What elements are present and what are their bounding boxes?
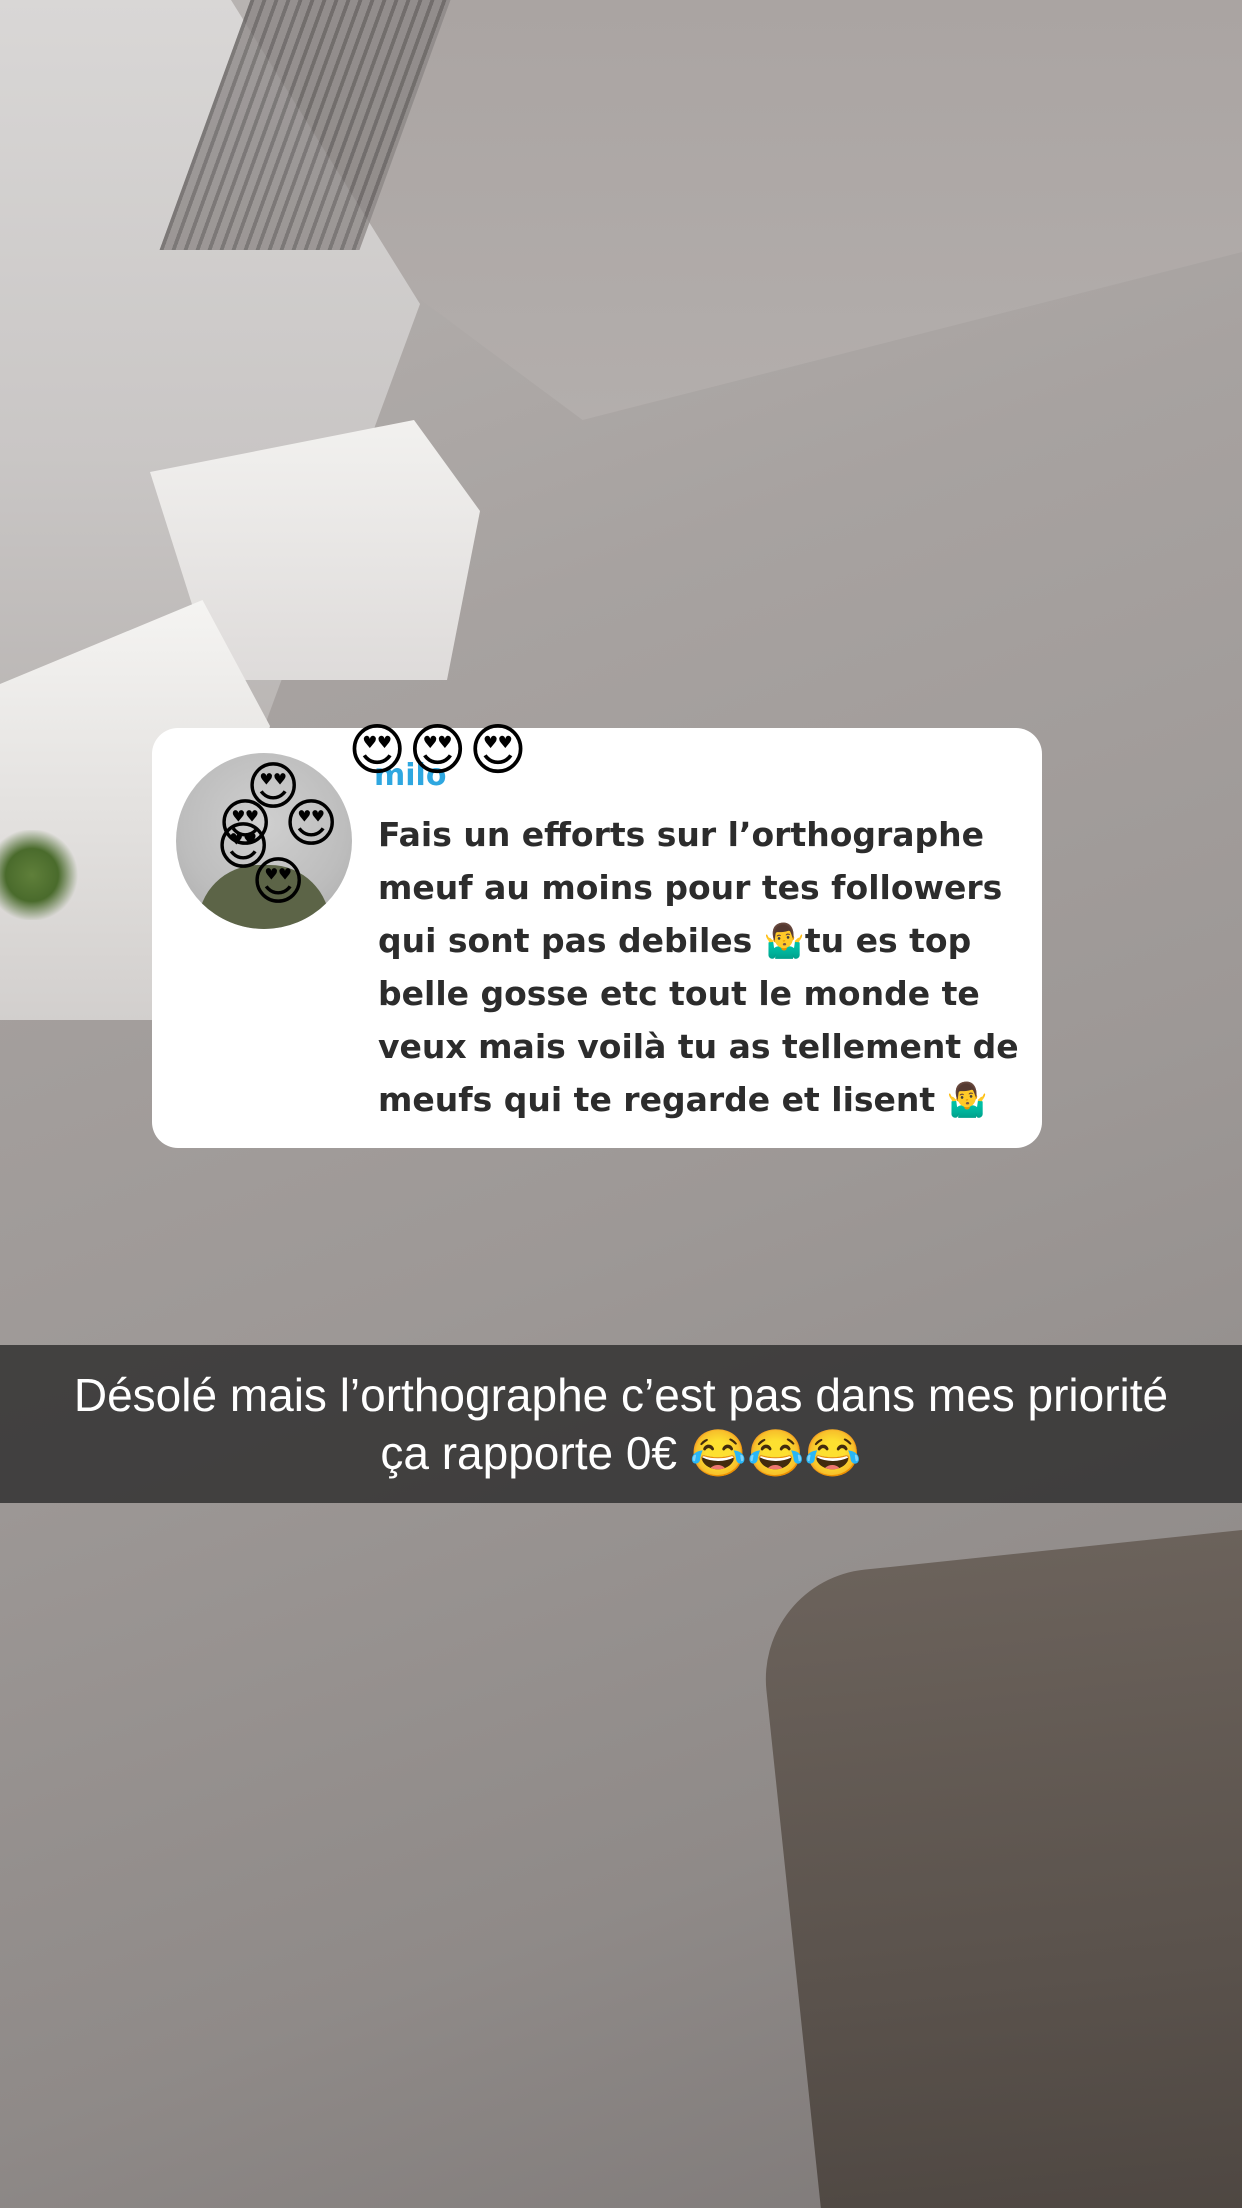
caption-bar: Désolé mais l’orthographe c’est pas dans… [0, 1345, 1242, 1503]
heart-eyes-emoji-icon: 😍 [284, 794, 339, 854]
background-couch [754, 1522, 1242, 2208]
background-plant [0, 830, 80, 920]
background-ceiling [300, 0, 1242, 420]
question-text: Fais un efforts sur l’orthographe meuf a… [378, 815, 1019, 1119]
avatar: 😍 😍 😍 😍 😍 [176, 753, 352, 929]
question-sticker[interactable]: 😍 😍 😍 😍 😍 milo 😍😍😍 Fais un efforts sur l… [152, 723, 1042, 1148]
story-screen: 😍 😍 😍 😍 😍 milo 😍😍😍 Fais un efforts sur l… [0, 0, 1242, 2208]
heart-eyes-emoji-icon: 😍 [251, 852, 306, 912]
heart-eyes-emoji-icon: 😍😍😍 [348, 718, 530, 783]
caption-text: Désolé mais l’orthographe c’est pas dans… [73, 1369, 1169, 1479]
